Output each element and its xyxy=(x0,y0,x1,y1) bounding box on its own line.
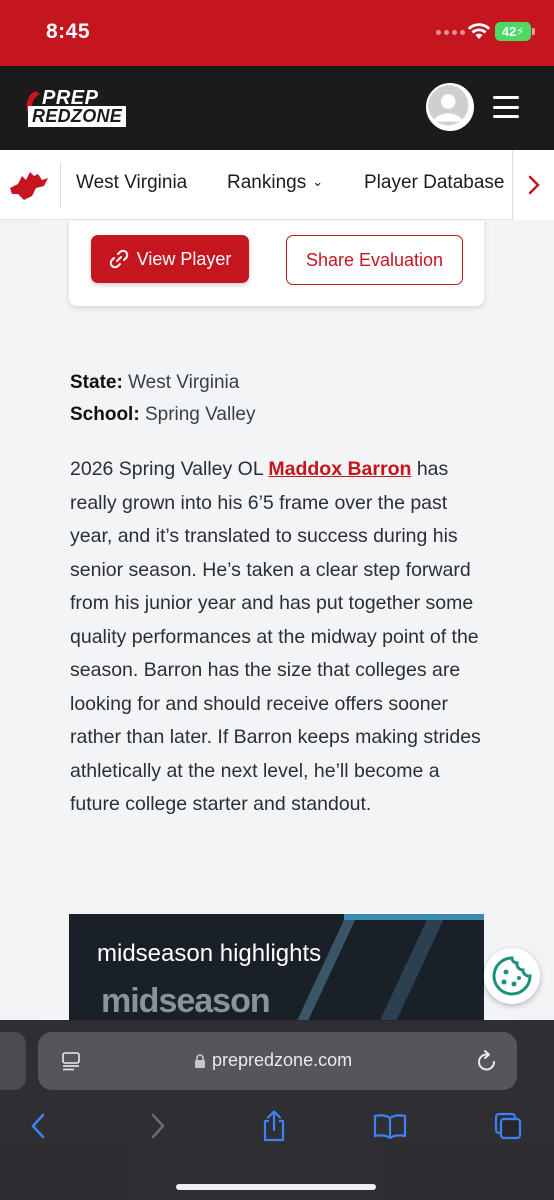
wifi-icon xyxy=(467,23,491,39)
book-icon xyxy=(373,1114,407,1140)
nav-scroll-right-button[interactable] xyxy=(512,150,554,220)
battery-nub xyxy=(532,28,535,35)
avatar[interactable] xyxy=(426,83,474,131)
player-name-link[interactable]: Maddox Barron xyxy=(268,458,411,480)
signal-dots-icon xyxy=(436,30,465,35)
evaluation-lead: 2026 Spring Valley OL xyxy=(70,458,269,480)
home-indicator xyxy=(176,1184,376,1190)
back-icon xyxy=(31,1113,45,1139)
cookie-icon xyxy=(492,956,532,996)
player-meta: State: West Virginia School: Spring Vall… xyxy=(70,367,256,431)
sub-nav: West Virginia Rankings ⌄ Player Database xyxy=(0,150,554,220)
menu-icon[interactable] xyxy=(493,96,519,118)
status-bar: 8:45 42 ⚡ xyxy=(0,0,554,66)
brand-logo[interactable]: PREP REDZONE xyxy=(22,87,140,129)
nav-item-west-virginia[interactable]: West Virginia xyxy=(76,172,187,194)
state-label: State: xyxy=(70,372,123,393)
west-virginia-state-icon[interactable] xyxy=(8,166,50,202)
share-evaluation-button[interactable]: Share Evaluation xyxy=(286,235,463,285)
nav-item-player-database[interactable]: Player Database xyxy=(364,172,512,194)
nav-divider xyxy=(60,162,61,208)
chevron-down-icon: ⌄ xyxy=(312,174,324,189)
view-player-label: View Player xyxy=(136,248,232,269)
logo-line2: REDZONE xyxy=(28,106,127,127)
tabs-button[interactable] xyxy=(490,1108,526,1144)
status-time: 8:45 xyxy=(46,20,91,43)
player-card: View Player Share Evaluation xyxy=(69,221,484,306)
browser-toolbar xyxy=(0,1100,554,1160)
bookmarks-button[interactable] xyxy=(372,1108,408,1144)
nav-item-rankings-label: Rankings xyxy=(227,172,307,193)
url-text: prepredzone.com xyxy=(212,1050,353,1070)
video-overlay-text: midseason xyxy=(101,982,271,1020)
nav-item-rankings[interactable]: Rankings ⌄ xyxy=(227,172,323,194)
lock-icon xyxy=(195,1054,205,1068)
reload-icon[interactable] xyxy=(476,1049,498,1073)
address-bar[interactable]: prepredzone.com xyxy=(38,1032,517,1090)
tabs-icon xyxy=(494,1112,522,1140)
video-title: midseason highlights xyxy=(97,940,322,967)
page-menu-icon[interactable] xyxy=(60,1050,82,1072)
video-accent-bar xyxy=(344,914,484,920)
video-player[interactable]: midseason highlights midseason xyxy=(69,914,484,1021)
battery-indicator: 42 ⚡ xyxy=(495,22,531,41)
evaluation-body: has really grown into his 6’5 frame over… xyxy=(70,458,481,815)
previous-tab-preview[interactable] xyxy=(0,1032,26,1090)
share-button[interactable] xyxy=(256,1108,292,1144)
view-player-button[interactable]: View Player xyxy=(91,235,249,283)
evaluation-text: 2026 Spring Valley OL Maddox Barron has … xyxy=(70,453,490,822)
link-icon xyxy=(109,249,128,269)
school-row: School: Spring Valley xyxy=(70,399,256,431)
user-avatar-icon xyxy=(428,85,469,126)
back-button[interactable] xyxy=(20,1108,56,1144)
cookie-settings-button[interactable] xyxy=(484,948,540,1004)
forward-icon xyxy=(151,1113,165,1139)
state-row: State: West Virginia xyxy=(70,367,256,399)
chevron-right-icon xyxy=(528,175,540,195)
school-value: Spring Valley xyxy=(144,404,256,425)
state-value: West Virginia xyxy=(128,372,240,393)
school-label: School: xyxy=(70,404,140,425)
main-content: View Player Share Evaluation State: West… xyxy=(40,221,513,1021)
app-header: PREP REDZONE xyxy=(0,66,554,150)
share-icon xyxy=(263,1110,285,1142)
browser-bottom-bar: prepredzone.com xyxy=(0,1020,554,1200)
forward-button[interactable] xyxy=(140,1108,176,1144)
